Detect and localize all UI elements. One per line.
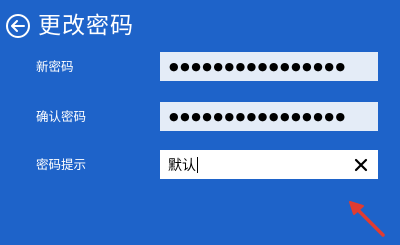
- page-title: 更改密码: [38, 12, 134, 39]
- annotation-arrow: [349, 201, 385, 237]
- new-password-input[interactable]: ●●●●●●●●●●●●●●●●: [160, 52, 378, 81]
- new-password-label: 新密码: [36, 59, 74, 74]
- confirm-password-label: 确认密码: [36, 109, 87, 124]
- password-hint-row: 密码提示 默认: [0, 150, 400, 180]
- page-header: 更改密码: [6, 8, 134, 44]
- password-hint-label: 密码提示: [36, 157, 87, 172]
- confirm-password-row: 确认密码 ●●●●●●●●●●●●●●●●: [0, 102, 400, 132]
- close-icon[interactable]: [354, 158, 368, 172]
- text-caret: [197, 156, 198, 173]
- password-hint-value: 默认: [168, 157, 196, 174]
- back-arrow-circle-icon[interactable]: [6, 14, 30, 38]
- confirm-password-input[interactable]: ●●●●●●●●●●●●●●●●: [160, 102, 378, 131]
- new-password-row: 新密码 ●●●●●●●●●●●●●●●●: [0, 52, 400, 82]
- password-hint-input[interactable]: 默认: [160, 150, 378, 179]
